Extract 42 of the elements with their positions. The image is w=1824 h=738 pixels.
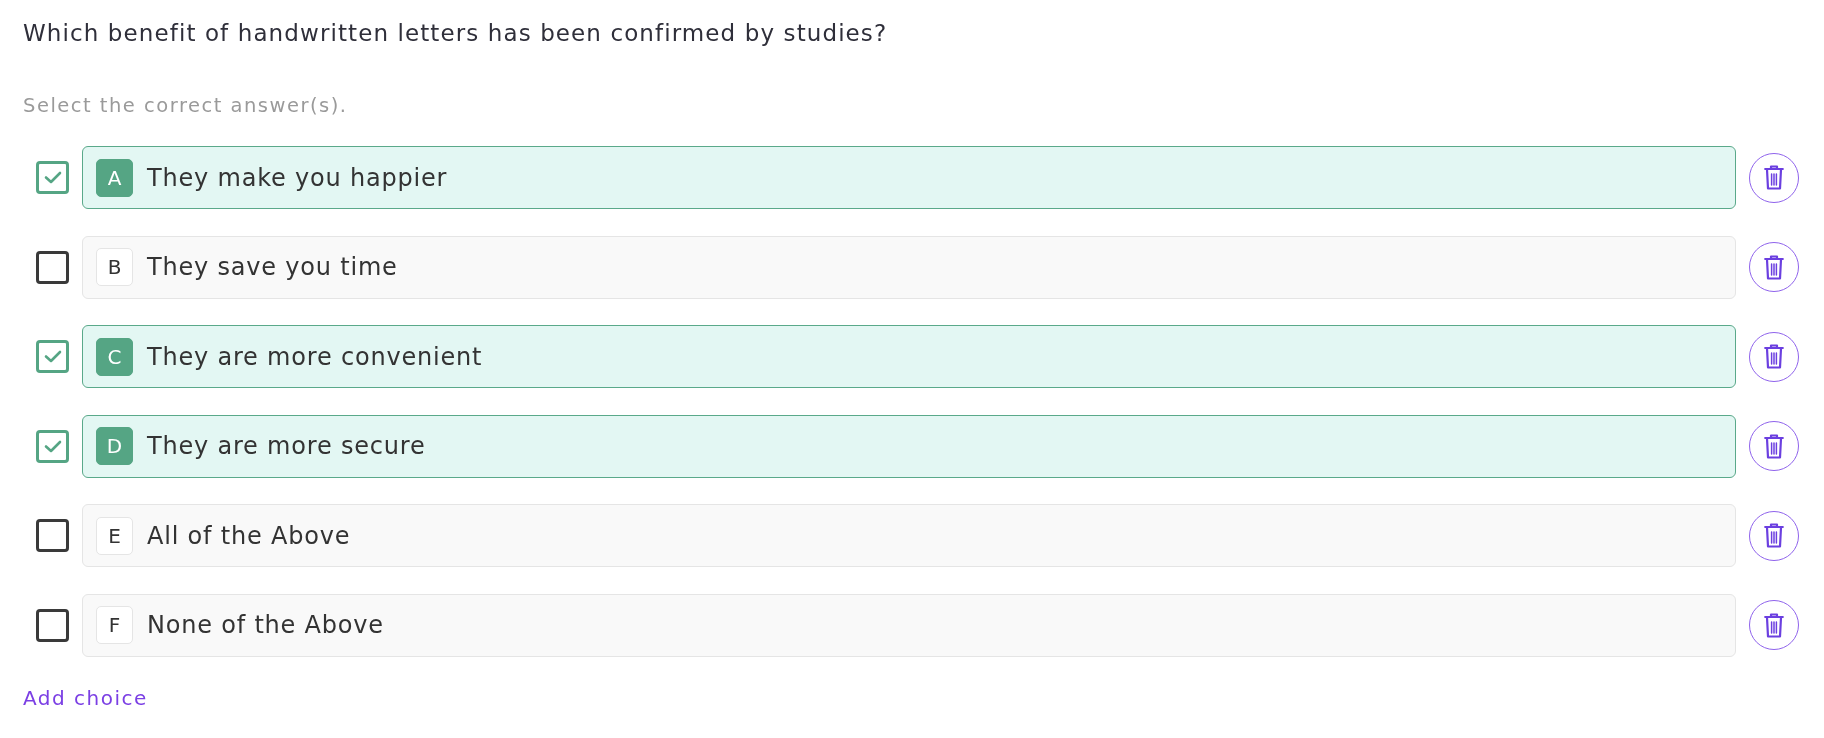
check-icon <box>43 171 62 184</box>
trash-icon <box>1764 165 1784 190</box>
delete-button[interactable] <box>1749 331 1799 382</box>
choice-letter: B <box>96 248 133 287</box>
checkbox[interactable] <box>36 250 69 284</box>
choice-text: They are more secure <box>147 432 426 461</box>
trash-icon <box>1764 254 1784 280</box>
delete-button[interactable] <box>1749 421 1799 472</box>
instruction-text: Select the correct answer(s). <box>23 93 348 119</box>
choice-text: None of the Above <box>147 611 384 640</box>
choice-letter: F <box>96 606 133 645</box>
choice-letter: E <box>96 516 133 555</box>
answer-option[interactable]: C They are more convenient <box>82 325 1736 389</box>
checkbox[interactable] <box>36 519 69 553</box>
delete-button[interactable] <box>1749 510 1799 561</box>
choice-text: They are more convenient <box>147 342 483 371</box>
add-choice-link[interactable]: Add choice <box>23 685 148 710</box>
checkbox[interactable] <box>36 340 69 374</box>
choice-letter: C <box>96 337 133 376</box>
checkbox[interactable] <box>36 429 69 463</box>
trash-icon <box>1764 344 1784 370</box>
answer-option[interactable]: B They save you time <box>82 235 1736 299</box>
choice-letter: A <box>96 158 133 197</box>
check-icon <box>43 439 62 453</box>
choice-text: All of the Above <box>147 521 351 550</box>
question-text: Which benefit of handwritten letters has been confirmed by studies? <box>23 19 888 48</box>
delete-button[interactable] <box>1749 152 1799 203</box>
trash-icon <box>1764 612 1784 638</box>
delete-button[interactable] <box>1749 242 1799 293</box>
trash-icon <box>1764 433 1784 459</box>
choice-text: They make you happier <box>147 163 448 192</box>
answer-option[interactable]: A They make you happier <box>82 146 1736 209</box>
choice-letter: D <box>96 427 133 466</box>
check-icon <box>43 350 62 364</box>
trash-icon <box>1764 523 1784 549</box>
checkbox[interactable] <box>36 161 69 194</box>
delete-button[interactable] <box>1749 600 1799 651</box>
answer-option[interactable]: D They are more secure <box>82 414 1736 478</box>
answer-option[interactable]: F None of the Above <box>82 593 1736 657</box>
answer-option[interactable]: E All of the Above <box>82 504 1736 568</box>
choice-text: They save you time <box>147 253 398 282</box>
checkbox[interactable] <box>36 608 69 642</box>
